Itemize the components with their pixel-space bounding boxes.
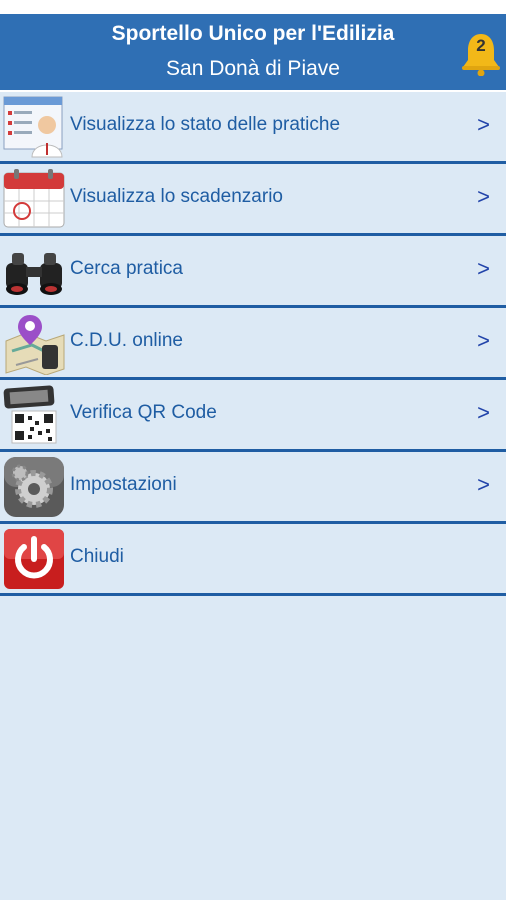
- chevron-right-icon: >: [477, 400, 490, 425]
- menu-item-stato-pratiche[interactable]: Visualizza lo stato delle pratiche >: [0, 92, 506, 164]
- menu-item-label: Visualizza lo scadenzario: [70, 186, 283, 207]
- document-user-icon: [2, 95, 66, 159]
- menu-item-scadenzario[interactable]: Visualizza lo scadenzario >: [0, 164, 506, 236]
- main-menu: Visualizza lo stato delle pratiche > Vis: [0, 92, 506, 596]
- menu-item-label: Chiudi: [70, 546, 124, 567]
- menu-item-label: Verifica QR Code: [70, 402, 217, 423]
- calendar-icon: [2, 167, 66, 231]
- app-header: Sportello Unico per l'Edilizia San Donà …: [0, 14, 506, 92]
- chevron-right-icon: >: [477, 328, 490, 353]
- qr-code-phone-icon: [2, 383, 66, 447]
- map-pin-icon: [2, 311, 66, 376]
- menu-item-cdu-online[interactable]: C.D.U. online >: [0, 308, 506, 380]
- chevron-right-icon: >: [477, 256, 490, 281]
- gear-icon: [2, 455, 66, 519]
- notification-bell-button[interactable]: 2: [460, 32, 502, 77]
- menu-item-label: C.D.U. online: [70, 330, 183, 351]
- app-title: Sportello Unico per l'Edilizia: [111, 22, 395, 45]
- status-bar: [0, 0, 506, 14]
- menu-item-label: Impostazioni: [70, 474, 177, 495]
- menu-item-cerca-pratica[interactable]: Cerca pratica >: [0, 236, 506, 308]
- binoculars-icon: [2, 239, 66, 303]
- chevron-right-icon: >: [477, 184, 490, 209]
- menu-item-label: Visualizza lo stato delle pratiche: [70, 114, 341, 135]
- menu-item-label: Cerca pratica: [70, 258, 183, 279]
- app-subtitle: San Donà di Piave: [166, 57, 340, 80]
- power-icon: [2, 527, 66, 591]
- menu-item-verifica-qr[interactable]: Verifica QR Code >: [0, 380, 506, 452]
- menu-item-chiudi[interactable]: Chiudi: [0, 524, 506, 596]
- chevron-right-icon: >: [477, 112, 490, 137]
- menu-item-impostazioni[interactable]: Impostazioni >: [0, 452, 506, 524]
- notification-count-badge: 2: [476, 36, 486, 55]
- chevron-right-icon: >: [477, 472, 490, 497]
